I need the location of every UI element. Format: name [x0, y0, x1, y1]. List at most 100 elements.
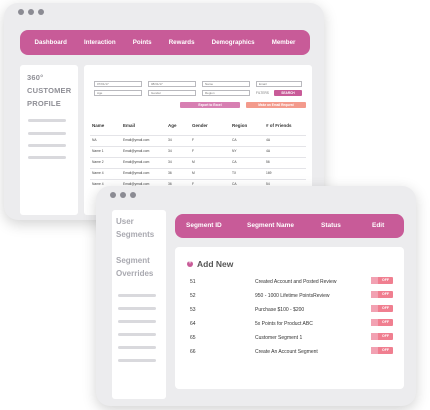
window-dot[interactable]	[38, 9, 44, 15]
window-dot[interactable]	[120, 192, 126, 198]
toggle-knob	[371, 291, 378, 298]
segment-id: 65	[190, 335, 196, 341]
table-cell: M	[192, 160, 195, 164]
user-segments-window: User Segments Segment Overrides Segment …	[96, 186, 416, 406]
top-nav: Dashboard Interaction Points Rewards Dem…	[20, 30, 310, 55]
segment-name: Purchase $100 - $200	[255, 307, 305, 313]
sidebar-placeholder-bar	[118, 294, 156, 297]
segment-row: 65 Customer Segment 1 OFF	[175, 333, 404, 347]
toggle-label: OFF	[382, 292, 389, 296]
table-cell: Email@ymail.com	[123, 171, 150, 175]
table-cell: NA	[92, 138, 97, 142]
segments-header: Segment ID Segment Name Status Edit	[175, 214, 404, 238]
age-field[interactable]: Age	[94, 90, 142, 96]
col-header-edit: Edit	[372, 222, 385, 229]
table-cell: Email@ymail.com	[123, 160, 150, 164]
window-dot[interactable]	[18, 9, 24, 15]
segments-panel: Add New 51 Created Account and Posted Rev…	[175, 247, 404, 389]
sidebar-placeholder-bar	[118, 320, 156, 323]
toggle-label: OFF	[382, 334, 389, 338]
status-toggle[interactable]: OFF	[371, 333, 393, 340]
col-header-age: Age	[168, 123, 177, 128]
sidebar-placeholder-bar	[118, 333, 156, 336]
segment-name: Create An Account Segment	[255, 349, 318, 355]
col-header-region: Region	[232, 123, 248, 128]
segment-name: Customer Segment 1	[255, 335, 303, 341]
toggle-label: OFF	[382, 278, 389, 282]
sidebar-placeholder-bar	[118, 359, 156, 362]
segment-name: 950 - 1000 Lifetime PointsReview	[255, 293, 330, 299]
segment-row: 51 Created Account and Posted Review OFF	[175, 277, 404, 291]
table-cell: TX	[232, 171, 237, 175]
table-cell: 36	[168, 171, 172, 175]
window-controls	[110, 192, 136, 198]
sidebar-item-user-segments[interactable]: Segments	[116, 228, 154, 241]
toggle-knob	[371, 305, 378, 312]
col-header-email: Email	[123, 123, 136, 128]
table-cell: 4A	[266, 138, 271, 142]
table-cell: F	[192, 149, 195, 153]
region-field[interactable]: Region	[202, 90, 250, 96]
status-toggle[interactable]: OFF	[371, 319, 393, 326]
nav-points[interactable]: Points	[133, 39, 152, 46]
toggle-label: OFF	[382, 306, 389, 310]
sidebar-title-line: 360°	[27, 73, 44, 82]
table-cell: Email@ymail.com	[123, 149, 150, 153]
table-cell: M	[192, 171, 195, 175]
table-cell: Name 2	[92, 160, 104, 164]
nav-dashboard[interactable]: Dashboard	[35, 39, 67, 46]
nav-demographics[interactable]: Demographics	[212, 39, 255, 46]
sidebar-title-line: CUSTOMER	[27, 86, 72, 95]
name-field[interactable]: Name	[202, 81, 250, 87]
sidebar: 360° CUSTOMER PROFILE	[20, 65, 78, 215]
table-cell: 34	[168, 138, 172, 142]
table-cell: 4A	[266, 149, 271, 153]
nav-member[interactable]: Member	[272, 39, 296, 46]
segment-id: 66	[190, 349, 196, 355]
segment-row: 52 950 - 1000 Lifetime PointsReview OFF	[175, 291, 404, 305]
status-toggle[interactable]: OFF	[371, 305, 393, 312]
date-from-field[interactable]: 07/01/17	[94, 81, 142, 87]
status-toggle[interactable]: OFF	[371, 277, 393, 284]
segment-id: 64	[190, 321, 196, 327]
segments-main: Segment ID Segment Name Status Edit Add …	[175, 210, 404, 396]
sidebar: User Segments Segment Overrides	[112, 210, 166, 399]
sidebar-item-segment-overrides[interactable]: Segment	[116, 254, 150, 267]
window-dot[interactable]	[110, 192, 116, 198]
nav-rewards[interactable]: Rewards	[169, 39, 195, 46]
table-row-divider	[90, 157, 306, 158]
sidebar-item-user-segments[interactable]: User	[116, 215, 134, 228]
status-toggle[interactable]: OFF	[371, 291, 393, 298]
sidebar-placeholder-bar	[28, 156, 66, 159]
table-cell: CA	[232, 138, 237, 142]
toggle-label: OFF	[382, 320, 389, 324]
segment-id: 53	[190, 307, 196, 313]
nav-interaction[interactable]: Interaction	[84, 39, 116, 46]
sidebar-placeholder-bar	[28, 132, 66, 135]
sidebar-item-segment-overrides[interactable]: Overrides	[116, 267, 153, 280]
sidebar-placeholder-bar	[118, 307, 156, 310]
export-excel-button[interactable]: Export to Excel	[180, 102, 240, 108]
toggle-knob	[371, 319, 378, 326]
table-cell: Name 4	[92, 171, 104, 175]
email-field[interactable]: Email	[256, 81, 302, 87]
toggle-label: OFF	[382, 348, 389, 352]
segment-id: 52	[190, 293, 196, 299]
table-cell: 56	[266, 160, 270, 164]
table-row-divider	[90, 135, 306, 136]
add-new-button[interactable]: Add New	[187, 259, 233, 269]
window-dot[interactable]	[130, 192, 136, 198]
gender-field[interactable]: Gender	[148, 90, 196, 96]
plus-circle-icon	[187, 259, 193, 268]
segment-row: 53 Purchase $100 - $200 OFF	[175, 305, 404, 319]
segment-name: 5x Points for Product ABC	[255, 321, 313, 327]
table-cell: Name 4	[92, 182, 104, 186]
status-toggle[interactable]: OFF	[371, 347, 393, 354]
window-dot[interactable]	[28, 9, 34, 15]
date-to-field[interactable]: 08/31/17	[148, 81, 196, 87]
email-request-button[interactable]: Make an Email Request	[246, 102, 306, 108]
table-cell: 34	[168, 160, 172, 164]
segment-row: 66 Create An Account Segment OFF	[175, 347, 404, 361]
table-cell: NY	[232, 149, 237, 153]
search-button[interactable]: SEARCH	[274, 90, 302, 96]
